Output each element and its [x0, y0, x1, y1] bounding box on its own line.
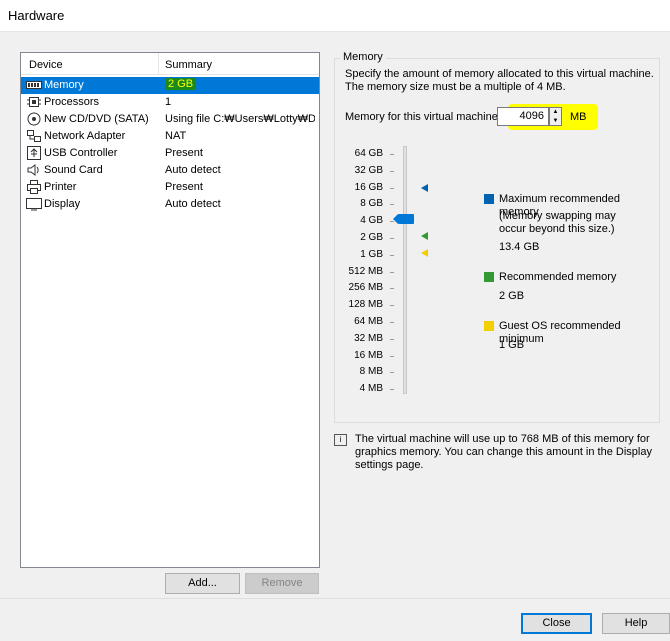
device-row-sound[interactable]: Sound Card Auto detect: [21, 162, 319, 179]
speaker-icon: [27, 164, 39, 176]
spin-down-icon[interactable]: ▼: [550, 117, 561, 125]
close-button[interactable]: Close: [521, 613, 592, 634]
scale-tick: [390, 372, 394, 374]
device-name: Memory: [44, 79, 84, 91]
column-header-summary[interactable]: Summary: [165, 59, 212, 71]
device-summary: 2 GB: [165, 78, 197, 90]
monitor-icon: [26, 198, 42, 211]
memory-slider-track[interactable]: [403, 146, 407, 394]
memory-value: 4096: [519, 110, 544, 122]
memory-input[interactable]: 4096: [497, 107, 549, 126]
scale-tick: [390, 355, 394, 357]
scale-tick: [390, 271, 394, 273]
minimum-marker-icon: [421, 249, 428, 257]
scale-tick: [390, 170, 394, 172]
device-name: New CD/DVD (SATA): [44, 113, 149, 125]
memory-icon: [26, 81, 42, 89]
device-summary: Auto detect: [165, 198, 221, 210]
processor-icon: [27, 97, 41, 107]
list-header: Device Summary: [21, 53, 319, 75]
scale-tick: [390, 338, 394, 340]
device-row-cd-dvd[interactable]: New CD/DVD (SATA) Using file C:₩Users₩Lo…: [21, 111, 319, 128]
device-row-display[interactable]: Display Auto detect: [21, 196, 319, 213]
scale-tick: [390, 154, 394, 155]
title-bar: Hardware: [0, 0, 670, 32]
device-row-network[interactable]: Network Adapter NAT: [21, 128, 319, 145]
max-legend-note: (Memory swapping may occur beyond this s…: [499, 210, 616, 235]
device-name: Network Adapter: [44, 130, 126, 142]
scale-tick: [390, 187, 394, 189]
scale-tick: [390, 288, 394, 290]
scale-tick: [390, 254, 394, 256]
scale-tick: [390, 204, 394, 206]
min-legend-value: 1 GB: [499, 339, 525, 351]
scale-label: 4 GB: [360, 215, 383, 227]
memory-slider-thumb[interactable]: [393, 214, 414, 224]
device-row-memory[interactable]: Memory 2 GB: [21, 77, 319, 94]
graphics-memory-info: The virtual machine will use up to 768 M…: [355, 433, 652, 471]
usb-icon: [27, 146, 41, 160]
device-summary: Present: [165, 147, 203, 159]
scale-tick: [390, 238, 394, 239]
scale-label: 512 MB: [348, 265, 383, 277]
window-title: Hardware: [8, 8, 65, 23]
help-button[interactable]: Help: [602, 613, 670, 634]
recommended-marker-icon: [421, 232, 428, 240]
scale-label: 64 GB: [354, 148, 383, 159]
memory-unit: MB: [570, 111, 587, 123]
device-list[interactable]: Device Summary Memory 2 GB Processors 1 …: [20, 52, 320, 568]
scale-label: 2 GB: [360, 232, 383, 243]
device-row-usb[interactable]: USB Controller Present: [21, 145, 319, 162]
device-name: Processors: [44, 96, 100, 108]
remove-button[interactable]: Remove: [245, 573, 319, 594]
scale-tick: [390, 389, 394, 391]
device-summary: Using file C:₩Users₩Lotty₩D...: [165, 113, 315, 125]
scale-label: 16 MB: [354, 349, 383, 361]
printer-icon: [27, 180, 41, 194]
device-summary: Present: [165, 181, 203, 193]
scale-label: 8 MB: [359, 366, 383, 378]
network-icon: [27, 130, 41, 142]
rec-legend-value: 2 GB: [499, 290, 525, 302]
device-name: Sound Card: [44, 164, 103, 176]
scale-label: 32 GB: [354, 164, 383, 176]
max-legend-swatch: [484, 194, 494, 204]
device-summary: NAT: [165, 130, 187, 142]
scale-label: 4 MB: [359, 383, 383, 395]
info-icon: i: [334, 434, 347, 446]
rec-legend-swatch: [484, 272, 494, 282]
memory-description: Specify the amount of memory allocated t…: [345, 68, 654, 93]
device-name: Printer: [44, 181, 77, 193]
device-name: Display: [44, 198, 81, 210]
rec-legend-title: Recommended memory: [499, 271, 617, 283]
scale-label: 16 GB: [354, 181, 383, 193]
device-summary: 1: [165, 96, 172, 108]
device-summary: Auto detect: [165, 164, 221, 176]
max-legend-value: 13.4 GB: [499, 241, 540, 253]
spin-up-icon[interactable]: ▲: [550, 108, 561, 116]
max-recommended-marker-icon: [421, 184, 428, 192]
memory-group-label: Memory: [340, 51, 386, 63]
scale-label: 128 MB: [348, 299, 383, 311]
scale-tick: [390, 322, 394, 323]
scale-label: 256 MB: [348, 282, 383, 294]
device-row-printer[interactable]: Printer Present: [21, 179, 319, 196]
memory-field-label: Memory for this virtual machine:: [345, 111, 501, 123]
scale-label: 64 MB: [354, 316, 383, 327]
device-name: USB Controller: [44, 147, 118, 159]
column-header-device[interactable]: Device: [29, 59, 63, 71]
scale-label: 1 GB: [360, 248, 383, 260]
scale-tick: [390, 305, 394, 307]
scale-label: 8 GB: [360, 198, 383, 210]
scale-label: 32 MB: [354, 332, 383, 344]
add-button[interactable]: Add...: [165, 573, 240, 594]
device-row-processors[interactable]: Processors 1: [21, 94, 319, 111]
cd-dvd-icon: [27, 112, 41, 126]
memory-spinner[interactable]: ▲ ▼: [549, 107, 562, 126]
min-legend-swatch: [484, 321, 494, 331]
column-separator[interactable]: [158, 53, 159, 74]
